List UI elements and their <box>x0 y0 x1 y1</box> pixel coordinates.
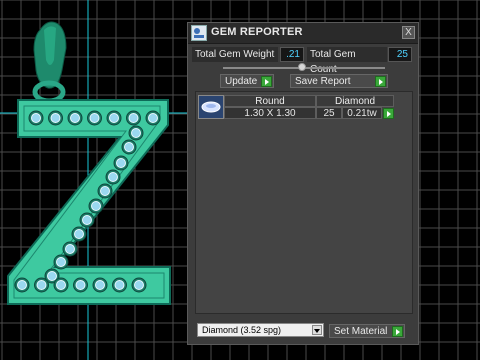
gem-stone <box>74 229 84 239</box>
cell-gem-count: 25 <box>316 107 342 119</box>
save-report-label: Save Report <box>295 76 351 87</box>
play-arrow-icon <box>392 326 403 337</box>
total-gem-count-label: Total Gem Count <box>307 47 387 75</box>
gem-table: Round Diamond 1.30 X 1.30 25 0.21tw <box>195 91 413 314</box>
header-shape: Round <box>224 95 316 107</box>
pendant-bail <box>32 21 67 104</box>
gem-stone <box>82 215 92 225</box>
set-material-label: Set Material <box>334 326 388 337</box>
gem-stone <box>124 142 134 152</box>
gem-stone <box>108 172 118 182</box>
play-arrow-icon <box>261 76 272 87</box>
cell-gem-weight: 0.21tw <box>342 107 382 119</box>
gem-stone <box>36 280 47 290</box>
gem-stone <box>17 280 27 290</box>
gem-stone <box>114 280 125 290</box>
gem-stone <box>148 113 158 123</box>
gem-stone <box>128 113 139 123</box>
cell-gem-size: 1.30 X 1.30 <box>224 107 316 119</box>
save-report-button[interactable]: Save Report <box>290 74 388 88</box>
close-button[interactable]: X <box>402 26 415 39</box>
gem-stone <box>75 280 86 290</box>
gem-stone <box>56 280 66 290</box>
gem-stone <box>31 113 41 123</box>
gem-stone <box>70 113 80 123</box>
gem-stone <box>50 113 61 123</box>
material-selected-value: Diamond (3.52 spg) <box>202 325 282 335</box>
update-label: Update <box>225 76 258 87</box>
total-gem-weight-value: .21 <box>280 47 304 62</box>
gem-stone <box>109 113 119 123</box>
title-bar[interactable]: GEM REPORTER X <box>188 23 418 44</box>
slider-handle[interactable] <box>298 63 306 71</box>
gem-reporter-app-icon <box>191 25 207 41</box>
set-material-button[interactable]: Set Material <box>329 324 405 338</box>
total-gem-weight-label: Total Gem Weight <box>192 47 278 62</box>
material-dropdown[interactable]: Diamond (3.52 spg) <box>197 323 324 337</box>
header-material: Diamond <box>316 95 394 107</box>
gem-stone <box>56 257 66 267</box>
dropdown-arrow-icon <box>312 325 322 335</box>
panel-title: GEM REPORTER <box>211 26 303 38</box>
gem-stone <box>89 113 100 123</box>
gem-stone <box>116 158 126 168</box>
gem-stone <box>65 244 75 254</box>
gem-reporter-panel: GEM REPORTER X Total Gem Weight .21 Tota… <box>187 22 419 345</box>
gem-stone <box>47 271 57 281</box>
gem-stone <box>134 280 144 290</box>
row-arrow-button[interactable] <box>383 108 394 119</box>
gem-shape-thumbnail[interactable] <box>198 95 224 119</box>
play-arrow-icon <box>375 76 386 87</box>
gem-stone <box>95 280 105 290</box>
gem-stone <box>100 186 110 196</box>
gem-stone <box>131 128 141 138</box>
gem-stone <box>91 201 101 211</box>
update-button[interactable]: Update <box>220 74 274 88</box>
total-gem-count-value: 25 <box>388 47 412 62</box>
